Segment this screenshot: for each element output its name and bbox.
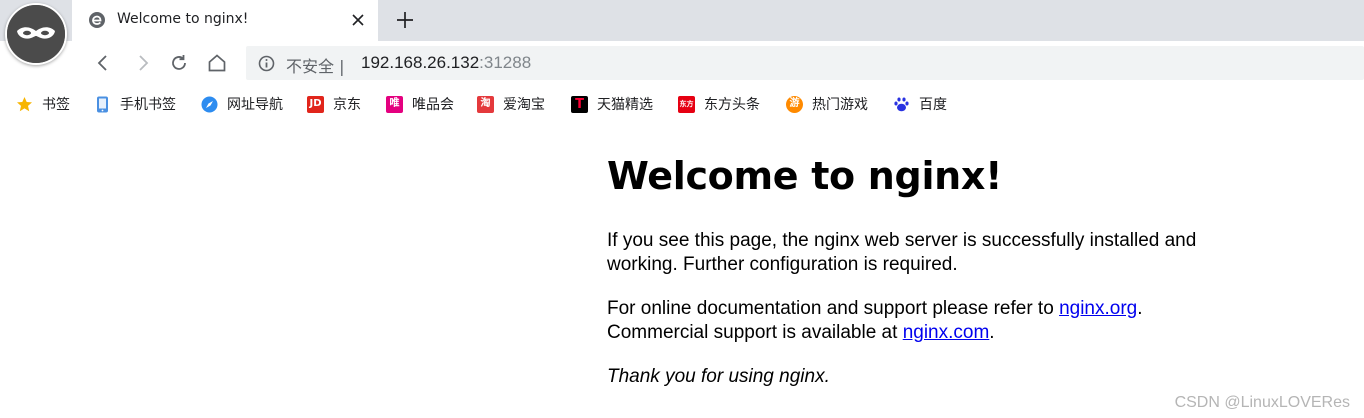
url-text[interactable]: 192.168.26.132:31288 [361,53,531,73]
tab-strip: Welcome to nginx! [0,0,1364,41]
tab-title: Welcome to nginx! [117,11,249,27]
baidu-paw-icon [894,97,909,111]
bookmark-item[interactable]: 淘 爱淘宝 [477,93,545,115]
tmall-icon: T [571,95,588,113]
profile-avatar[interactable] [5,3,67,65]
page-heading: Welcome to nginx! [607,154,1003,198]
dftt-icon: 东方 [678,95,695,113]
watermark: CSDN @LinuxLOVERes [1174,394,1350,411]
browser-window: Welcome to nginx! 不安全 | 192.168.26.132:3… [0,0,1364,418]
intro-paragraph: If you see this page, the nginx web serv… [607,230,1197,275]
url-host: 192.168.26.132 [361,53,480,72]
taobao-icon: 淘 [477,95,494,113]
thanks-paragraph: Thank you for using nginx. [607,366,830,387]
reload-icon[interactable] [168,52,190,74]
bookmark-item[interactable]: 唯 唯品会 [386,93,454,115]
home-icon[interactable] [206,52,228,74]
nginx-org-link[interactable]: nginx.org [1059,298,1137,319]
bookmark-item[interactable]: 网址导航 [201,93,283,115]
tab-active[interactable]: Welcome to nginx! [72,0,378,41]
info-icon[interactable] [258,55,275,72]
edge-e-icon [89,12,105,28]
phone-icon [97,96,108,112]
page-viewport: Welcome to nginx! If you see this page, … [0,124,1364,418]
bookmark-item[interactable]: 百度 [893,93,947,115]
nginx-com-link[interactable]: nginx.com [903,322,990,343]
forward-arrow-icon[interactable] [132,52,154,74]
address-bar[interactable]: 不安全 | 192.168.26.132:31288 [246,46,1364,80]
game-icon: 游 [786,95,803,113]
bookmark-item[interactable]: 手机书签 [94,93,176,115]
bookmark-item[interactable]: 书签 [16,93,70,115]
commercial-period: . [989,322,995,343]
docs-text: For online documentation and support ple… [607,298,1060,319]
toolbar: 不安全 | 192.168.26.132:31288 [0,41,1364,84]
new-tab-plus-icon[interactable] [394,9,416,31]
vip-icon: 唯 [386,95,403,113]
url-port: :31288 [479,53,532,72]
bookmark-item[interactable]: JD 京东 [307,93,361,115]
commercial-text: Commercial support is available at [607,322,903,343]
jd-icon: JD [307,95,324,113]
security-label: 不安全 | [286,57,345,76]
docs-paragraph: For online documentation and support ple… [607,297,1267,345]
close-icon[interactable] [348,10,368,30]
docs-period: . [1137,298,1143,319]
bookmarks-bar: 书签 手机书签 网址导航 JD 京东 唯 唯品会 淘 爱淘宝 T 天猫精选 东方… [0,84,1364,124]
bookmark-item[interactable]: 东方 东方头条 [678,93,760,115]
compass-icon [201,96,218,112]
star-icon [17,96,32,111]
mask-icon [7,5,65,63]
bookmark-item[interactable]: 游 热门游戏 [786,93,868,115]
back-arrow-icon[interactable] [92,52,114,74]
bookmark-item[interactable]: T 天猫精选 [571,93,653,115]
